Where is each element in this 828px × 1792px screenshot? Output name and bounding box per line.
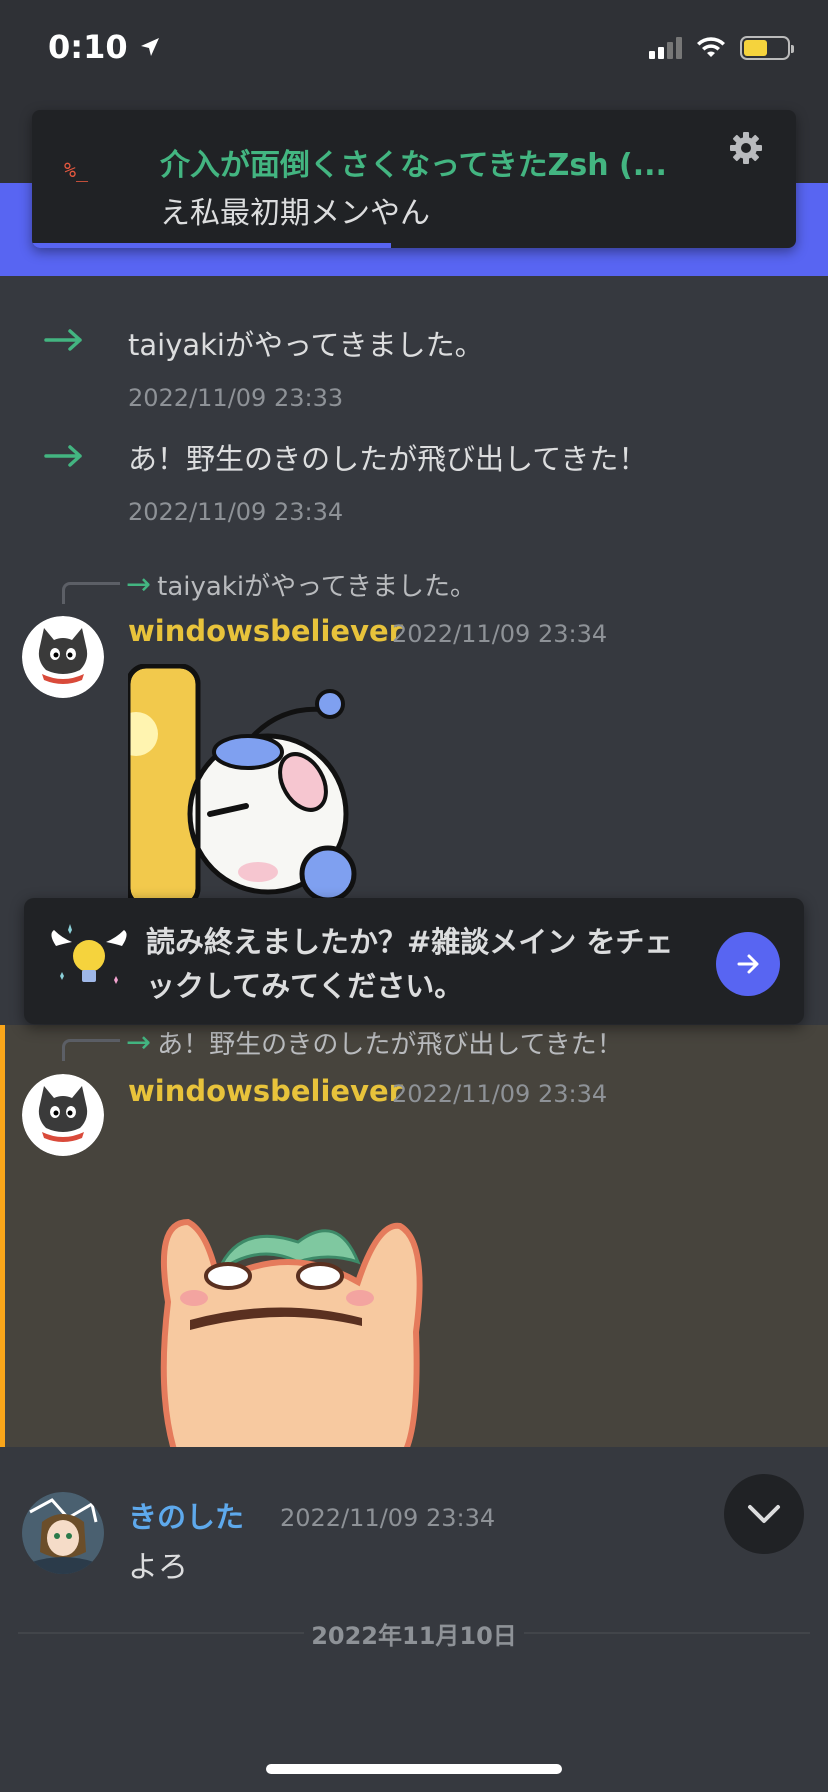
avatar[interactable] — [22, 616, 104, 698]
arrow-right-icon — [737, 954, 759, 974]
date-divider: 2022年11月10日 — [311, 1622, 517, 1650]
sticker-image[interactable] — [128, 664, 388, 900]
thread-subtitle: え私最初期メンやん — [160, 196, 430, 231]
reply-preview[interactable]: → あ！野生のきのしたが飛び出してきた！ — [126, 1024, 623, 1061]
read-next-banner[interactable]: 読み終えましたか？#雑談メイン をチェックしてみてください。 — [24, 898, 804, 1024]
avatar[interactable] — [22, 1074, 104, 1156]
system-message-text: あ！野生のきのしたが飛び出してきた！ — [128, 442, 648, 476]
location-arrow-icon — [140, 38, 159, 56]
jump-to-bottom-button[interactable] — [724, 1474, 804, 1554]
status-time: 0:10 — [48, 28, 162, 66]
reply-preview-text: あ！野生のきのしたが飛び出してきた！ — [157, 1030, 623, 1060]
message-timestamp: 2022/11/09 23:34 — [392, 620, 608, 648]
system-message-time: 2022/11/09 23:34 — [128, 498, 344, 526]
thread-title: 介入が面倒くさくなってきたZsh (... — [160, 148, 667, 183]
chevron-down-icon — [748, 1505, 780, 1523]
reply-preview-text: taiyakiがやってきました。 — [157, 572, 477, 602]
message-timestamp: 2022/11/09 23:34 — [280, 1504, 496, 1532]
thread-notification-card[interactable]: %_ 介入が面倒くさくなってきたZsh (... え私最初期メンやん — [32, 110, 796, 248]
reply-preview[interactable]: → taiyakiがやってきました。 — [126, 566, 476, 603]
banner-text: 読み終えましたか？#雑談メイン をチェックしてみてください。 — [146, 925, 674, 1003]
gear-icon[interactable] — [728, 130, 764, 170]
status-indicators — [649, 36, 794, 60]
avatar[interactable] — [22, 1492, 104, 1574]
mention-highlight-bar — [0, 1025, 5, 1447]
sticker-image[interactable] — [148, 1202, 438, 1447]
reply-arrow-icon: → — [126, 567, 152, 602]
home-indicator[interactable] — [266, 1764, 562, 1774]
reply-connector — [62, 1039, 120, 1061]
join-arrow-icon — [44, 329, 82, 351]
battery-icon — [740, 36, 794, 60]
reply-connector — [62, 582, 120, 604]
clock-label: 0:10 — [48, 28, 128, 66]
banner-arrow-button[interactable] — [716, 932, 780, 996]
system-message-time: 2022/11/09 23:33 — [128, 384, 344, 412]
message-text: よろ — [128, 1550, 188, 1585]
reply-arrow-icon: → — [126, 1025, 152, 1060]
cellular-signal-icon — [649, 37, 682, 59]
message-username[interactable]: windowsbeliever — [128, 614, 403, 648]
message-username[interactable]: きのした — [128, 1494, 244, 1536]
message-username[interactable]: windowsbeliever — [128, 1074, 403, 1108]
thread-progress-bar — [32, 243, 392, 248]
lightbulb-wings-icon — [51, 924, 127, 984]
status-bar: 0:10 — [0, 0, 828, 100]
wifi-icon — [697, 37, 725, 57]
terminal-icon: %_ — [64, 158, 89, 182]
message-timestamp: 2022/11/09 23:34 — [392, 1080, 608, 1108]
join-arrow-icon — [44, 445, 82, 467]
system-message-text: taiyakiがやってきました。 — [128, 328, 484, 362]
